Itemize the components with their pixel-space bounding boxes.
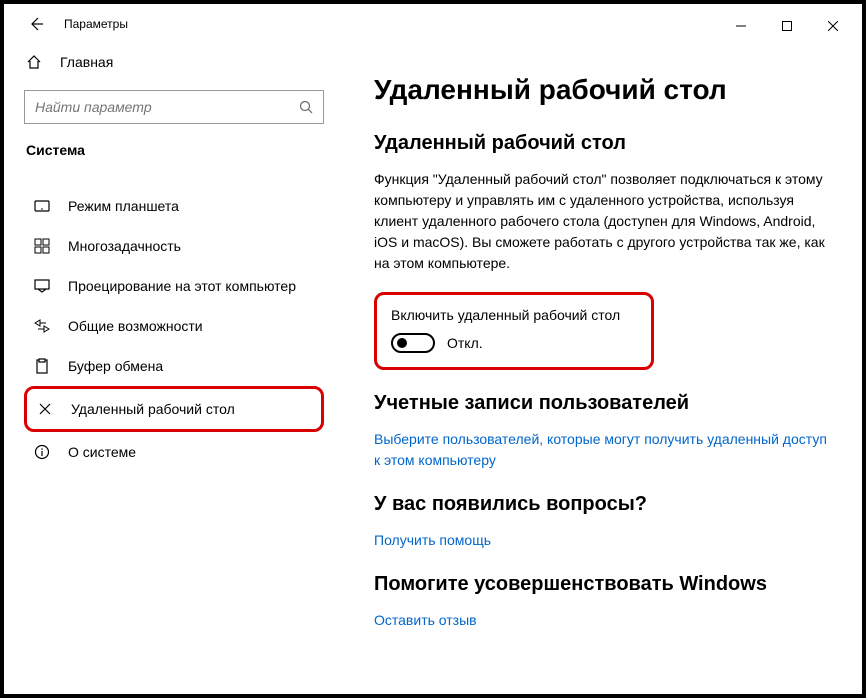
maximize-icon: [782, 21, 792, 31]
sidebar-item-tablet-mode[interactable]: Режим планшета: [24, 186, 324, 226]
about-icon: [32, 444, 52, 460]
category-label: Система: [24, 142, 324, 158]
remote-icon: [35, 401, 55, 417]
maximize-button[interactable]: [764, 10, 810, 42]
rdp-toggle-highlight: Включить удаленный рабочий стол Откл.: [374, 292, 654, 370]
get-help-link[interactable]: Получить помощь: [374, 530, 832, 551]
sidebar-item-label: Общие возможности: [68, 318, 203, 334]
close-icon: [828, 21, 838, 31]
search-icon: [299, 100, 313, 114]
sidebar-item-remote-desktop[interactable]: Удаленный рабочий стол: [24, 386, 324, 432]
search-input-container[interactable]: [24, 90, 324, 124]
rdp-toggle-state: Откл.: [447, 335, 483, 351]
sidebar-item-projecting[interactable]: Проецирование на этот компьютер: [24, 266, 324, 306]
multitask-icon: [32, 238, 52, 254]
search-input[interactable]: [35, 99, 299, 115]
rdp-toggle[interactable]: [391, 333, 435, 353]
sidebar-item-about[interactable]: О системе: [24, 432, 324, 472]
home-icon: [24, 54, 44, 70]
help-section-title: У вас появились вопросы?: [374, 493, 832, 516]
sidebar-item-label: Режим планшета: [68, 198, 179, 214]
sidebar-item-label: Удаленный рабочий стол: [71, 401, 235, 417]
home-label: Главная: [60, 54, 113, 70]
sidebar-item-label: Многозадачность: [68, 238, 181, 254]
feedback-section-title: Помогите усовершенствовать Windows: [374, 573, 832, 596]
select-users-link[interactable]: Выберите пользователей, которые могут по…: [374, 429, 832, 471]
tablet-icon: [32, 198, 52, 214]
app-title: Параметры: [64, 17, 128, 31]
sidebar-item-label: Проецирование на этот компьютер: [68, 278, 296, 294]
sidebar-item-multitasking[interactable]: Многозадачность: [24, 226, 324, 266]
back-button[interactable]: [24, 12, 48, 36]
arrow-left-icon: [28, 16, 44, 32]
rdp-description: Функция "Удаленный рабочий стол" позволя…: [374, 169, 832, 274]
project-icon: [32, 278, 52, 294]
users-section-title: Учетные записи пользователей: [374, 392, 832, 415]
page-title: Удаленный рабочий стол: [374, 74, 832, 106]
close-button[interactable]: [810, 10, 856, 42]
sidebar-item-label: О системе: [68, 444, 136, 460]
minimize-icon: [736, 21, 746, 31]
rdp-toggle-label: Включить удаленный рабочий стол: [391, 307, 637, 323]
shared-icon: [32, 318, 52, 334]
minimize-button[interactable]: [718, 10, 764, 42]
home-button[interactable]: Главная: [24, 44, 324, 80]
sidebar-item-clipboard[interactable]: Буфер обмена: [24, 346, 324, 386]
sidebar-item-shared-experiences[interactable]: Общие возможности: [24, 306, 324, 346]
sidebar-item-label: Буфер обмена: [68, 358, 163, 374]
clipboard-icon: [32, 358, 52, 374]
main-panel: Удаленный рабочий стол Удаленный рабочий…: [344, 44, 862, 694]
sidebar: Главная Система Режим планшета Многозада…: [4, 44, 344, 694]
toggle-knob: [397, 338, 407, 348]
feedback-link[interactable]: Оставить отзыв: [374, 610, 832, 631]
rdp-section-title: Удаленный рабочий стол: [374, 132, 832, 155]
